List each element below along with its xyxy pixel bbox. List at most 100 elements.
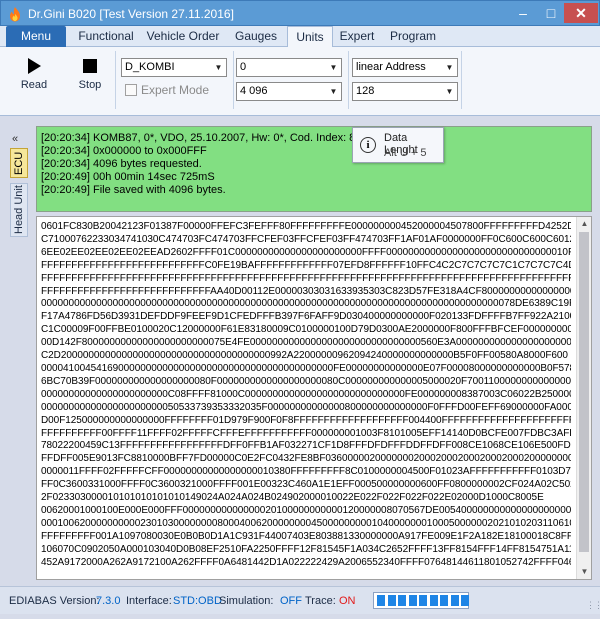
chevron-down-icon: ▼ (214, 63, 223, 72)
chevron-down-icon: ▼ (329, 87, 338, 96)
log-panel: [20:20:34] KOMB87, 0*, VDO, 25.10.2007, … (36, 126, 592, 212)
sidebar-tab-ecu[interactable]: ECU (10, 148, 28, 178)
hex-dump-line: 00D142F80000000000000000000000075E4FE000… (41, 337, 571, 349)
ecu-select-value: D_KOMBI (125, 61, 175, 73)
stop-button[interactable]: Stop (70, 53, 110, 99)
chevron-down-icon: ▼ (445, 87, 454, 96)
tooltip: i Data Lenght Alt U + 5 (352, 127, 444, 163)
progress-cell (429, 595, 438, 606)
progress-bar (373, 592, 469, 609)
scrollbar-thumb[interactable] (579, 232, 589, 552)
stop-icon (83, 59, 97, 73)
trace-label: Trace: (305, 595, 336, 607)
log-line: [20:20:49] File saved with 4096 bytes. (41, 184, 226, 196)
tooltip-shortcut: Alt U + 5 (384, 147, 427, 159)
ribbon-separator (233, 51, 234, 109)
hex-dump-line: 6EE02EE02EE02EE02EEAD2602FFFF01C00000000… (41, 246, 571, 258)
tab-vehicle-order[interactable]: Vehicle Order (140, 26, 226, 47)
block-size-select[interactable]: 128 ▼ (352, 82, 458, 101)
interface-label: Interface: (126, 595, 172, 607)
hex-dump-line: 0000000000000000000000000000000000000000… (41, 298, 571, 310)
hex-dump-line: 00620001000100E000E000FFF000000000000000… (41, 504, 571, 516)
hex-dump-line: C2D2000000000000000000000000000000000000… (41, 350, 568, 362)
simulation-value: OFF (280, 595, 302, 607)
tab-units[interactable]: Units (287, 26, 333, 48)
hex-dump-text: 0601FC830B20042123F01387F00000FFEFC3FEFF… (41, 221, 571, 569)
app-flame-icon (10, 7, 20, 22)
title-bar: Dr.Gini B020 [Test Version 27.11.2016] –… (0, 0, 600, 26)
hex-dump-line: C71000762233034741030C474703FC474703FFCF… (41, 233, 571, 245)
status-bar: EDIABAS Version: 7.3.0 Interface: STD:OB… (0, 586, 600, 614)
start-address-value: 0 (240, 61, 247, 73)
vertical-scrollbar[interactable]: ▲ ▼ (576, 217, 591, 579)
progress-cell (419, 595, 427, 606)
ediabas-version-value: 7.3.0 (96, 595, 121, 607)
hex-dump-line: FFFFFFFFF001A1097080030E0B0B0D1A1C931F44… (41, 530, 571, 542)
progress-cell (398, 595, 406, 606)
read-button[interactable]: Read (14, 53, 54, 99)
progress-cell (461, 595, 469, 606)
hex-dump-line: 0000410045416900000000000000000000000000… (41, 362, 571, 374)
scroll-down-arrow-icon[interactable]: ▼ (577, 565, 591, 579)
hex-dump-line: 106070C0902050A000103040D0B08EF2510FA225… (41, 543, 571, 555)
start-address-select[interactable]: 0 ▼ (236, 58, 342, 77)
tab-gauges[interactable]: Gauges (226, 26, 286, 47)
hex-dump-line: FFFFFFFFFF00FFFF11FFFF02FFFFFCFFFEFFFFFF… (41, 427, 571, 439)
hex-dump-line: 00000000000000000000000C08FFFF81000C0000… (41, 388, 571, 400)
tab-functional[interactable]: Functional (72, 26, 140, 47)
hex-dump-line: FFFFFFFFFFFFFFFFFFFFFFFFFFFC0FE19BAFFFFF… (41, 259, 571, 271)
hex-dump-line: FFFFFFFFFFFFFFFFFFFFFFFFFFFFAA40D00112E0… (41, 285, 571, 297)
progress-cell (440, 595, 448, 606)
stop-label: Stop (78, 79, 102, 91)
hex-dump-line: 0000011FFFF02FFFFFCFF0000000000000000001… (41, 466, 571, 478)
progress-cell (387, 595, 396, 606)
length-value: 4 096 (240, 85, 268, 97)
address-mode-value: linear Address (356, 61, 426, 73)
progress-cell (450, 595, 459, 606)
sidebar-tab-head-unit[interactable]: Head Unit (10, 183, 28, 237)
tab-program[interactable]: Program (382, 26, 444, 47)
log-line: [20:20:34] 0x000000 to 0x000FFF (41, 145, 207, 157)
log-line: [20:20:34] KOMB87, 0*, VDO, 25.10.2007, … (41, 132, 356, 144)
chevron-down-icon: ▼ (445, 63, 454, 72)
resize-grip-icon[interactable]: ⋮⋮ (586, 600, 600, 611)
collapse-sidebar-button[interactable]: « (12, 133, 18, 145)
address-mode-select[interactable]: linear Address ▼ (352, 58, 458, 77)
ediabas-version-label: EDIABAS Version: (9, 595, 100, 607)
close-button[interactable]: ✕ (564, 3, 598, 23)
menu-button[interactable]: Menu (6, 26, 66, 47)
trace-value: ON (339, 595, 356, 607)
progress-cell (408, 595, 417, 606)
progress-cell (377, 595, 385, 606)
interface-value: STD:OBD (173, 595, 222, 607)
ecu-select[interactable]: D_KOMBI ▼ (121, 58, 227, 77)
log-line: [20:20:34] 4096 bytes requested. (41, 158, 202, 170)
hex-dump-line: 0000000000000000000000050533739353332035… (41, 401, 571, 413)
hex-dump-line: FFDFF005E9013FC8810000BFF7FD00000C0E2FC0… (41, 453, 571, 465)
log-line: [20:20:49] 00h 00min 14sec 725mS (41, 171, 215, 183)
length-select[interactable]: 4 096 ▼ (236, 82, 342, 101)
ribbon-tab-bar: Menu Functional Vehicle Order Gauges Uni… (0, 26, 600, 48)
hex-dump-panel[interactable]: 0601FC830B20042123F01387F00000FFEFC3FEFF… (36, 216, 592, 580)
chevron-down-icon: ▼ (329, 63, 338, 72)
window-title: Dr.Gini B020 [Test Version 27.11.2016] (28, 7, 234, 21)
hex-dump-line: 452A9172000A262A9172100A262FFFF0A6481442… (41, 556, 571, 568)
maximize-button[interactable]: □ (538, 3, 564, 23)
hex-dump-line: C1C00009F00FFBE0100020C12000000F61E83180… (41, 324, 571, 336)
hex-dump-line: 0601FC830B20042123F01387F00000FFEFC3FEFF… (41, 221, 571, 232)
hex-dump-line: 6BC70B39F000000000000000000080F000000000… (41, 375, 571, 387)
hex-dump-line: 0001006200000000002301030000000080004006… (41, 517, 571, 529)
info-icon: i (360, 137, 376, 153)
simulation-label: Simulation: (219, 595, 274, 607)
minimize-button[interactable]: – (509, 3, 537, 23)
tab-expert[interactable]: Expert (334, 26, 380, 47)
play-icon (28, 58, 41, 74)
expert-mode-checkbox[interactable] (125, 84, 137, 96)
scroll-up-arrow-icon[interactable]: ▲ (577, 217, 591, 231)
hex-dump-line: D00F125000000000000000FFFFFFFF01D979F900… (41, 414, 571, 426)
hex-dump-line: F17A4786FD56D3931DEFDDF9FEEF9D1CFEDFFFB3… (41, 311, 571, 323)
hex-dump-line: FF0C3600331000FFFF0C3600321000FFFF001E00… (41, 479, 571, 491)
expert-mode-label: Expert Mode (141, 83, 210, 97)
ribbon-separator (348, 51, 349, 109)
hex-dump-line: 78022200459C13FFFFFFFFFFFFFFFFFDFF0FFB1A… (41, 440, 571, 452)
